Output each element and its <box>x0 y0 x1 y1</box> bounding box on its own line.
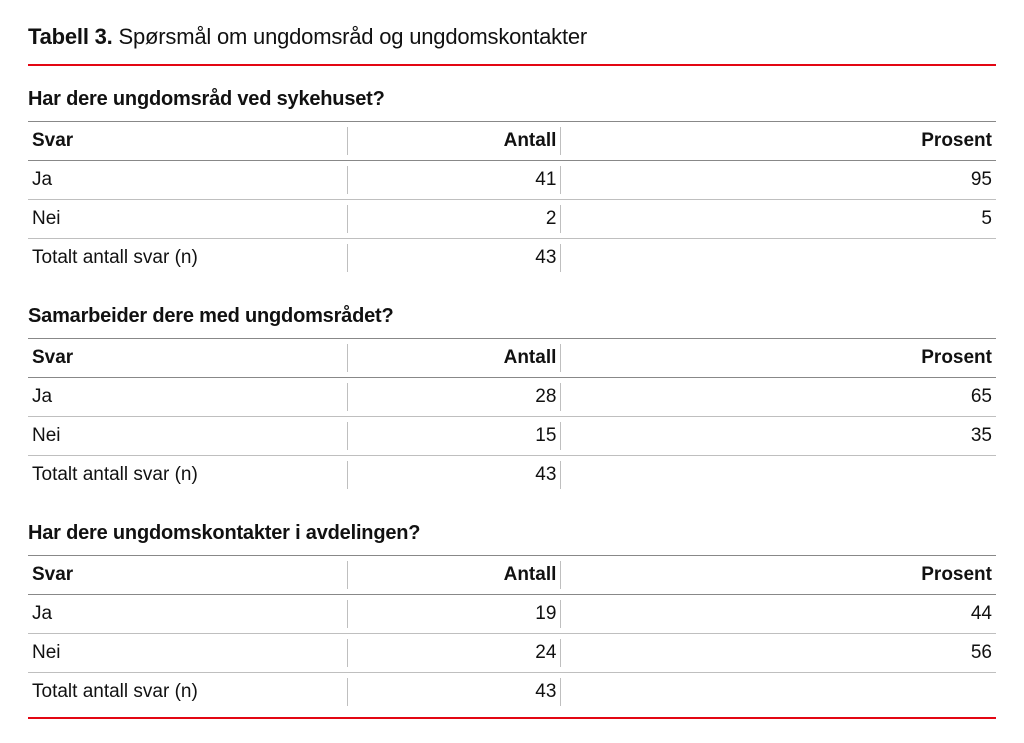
cell-count: 15 <box>347 417 560 456</box>
cell-answer: Nei <box>28 634 347 673</box>
cell-count: 41 <box>347 161 560 200</box>
cell-percent: 44 <box>560 595 996 634</box>
data-table: Svar Antall Prosent Ja 28 65 Nei 15 35 T… <box>28 338 996 494</box>
cell-percent <box>560 239 996 278</box>
cell-count: 43 <box>347 239 560 278</box>
col-percent: Prosent <box>560 556 996 595</box>
cell-count: 28 <box>347 378 560 417</box>
table-row: Totalt antall svar (n) 43 <box>28 239 996 278</box>
cell-answer: Ja <box>28 378 347 417</box>
cell-percent: 35 <box>560 417 996 456</box>
col-answer: Svar <box>28 339 347 378</box>
cell-count: 43 <box>347 456 560 495</box>
table-row: Totalt antall svar (n) 43 <box>28 673 996 712</box>
table-row: Ja 28 65 <box>28 378 996 417</box>
table-header-row: Svar Antall Prosent <box>28 122 996 161</box>
cell-answer: Nei <box>28 417 347 456</box>
data-table: Svar Antall Prosent Ja 19 44 Nei 24 56 T… <box>28 555 996 711</box>
question-heading: Samarbeider dere med ungdomsrådet? <box>28 305 996 328</box>
table-row: Nei 2 5 <box>28 200 996 239</box>
cell-percent <box>560 673 996 712</box>
table-row: Ja 41 95 <box>28 161 996 200</box>
question-section: Har dere ungdomsråd ved sykehuset? Svar … <box>28 88 996 277</box>
col-percent: Prosent <box>560 122 996 161</box>
table-title-label: Tabell 3. <box>28 24 113 49</box>
col-percent: Prosent <box>560 339 996 378</box>
table-row: Totalt antall svar (n) 43 <box>28 456 996 495</box>
cell-answer: Nei <box>28 200 347 239</box>
cell-percent: 95 <box>560 161 996 200</box>
col-count: Antall <box>347 556 560 595</box>
col-count: Antall <box>347 122 560 161</box>
question-section: Har dere ungdomskontakter i avdelingen? … <box>28 522 996 711</box>
top-rule <box>28 64 996 66</box>
cell-percent: 65 <box>560 378 996 417</box>
cell-answer: Totalt antall svar (n) <box>28 673 347 712</box>
question-heading: Har dere ungdomsråd ved sykehuset? <box>28 88 996 111</box>
cell-percent <box>560 456 996 495</box>
col-answer: Svar <box>28 556 347 595</box>
table-header-row: Svar Antall Prosent <box>28 556 996 595</box>
data-table: Svar Antall Prosent Ja 41 95 Nei 2 5 Tot… <box>28 121 996 277</box>
col-count: Antall <box>347 339 560 378</box>
cell-answer: Totalt antall svar (n) <box>28 239 347 278</box>
bottom-rule <box>28 717 996 719</box>
table-row: Nei 15 35 <box>28 417 996 456</box>
table-title-text: Spørsmål om ungdomsråd og ungdomskontakt… <box>119 24 588 49</box>
table-row: Nei 24 56 <box>28 634 996 673</box>
question-heading: Har dere ungdomskontakter i avdelingen? <box>28 522 996 545</box>
cell-percent: 56 <box>560 634 996 673</box>
col-answer: Svar <box>28 122 347 161</box>
cell-answer: Totalt antall svar (n) <box>28 456 347 495</box>
cell-count: 19 <box>347 595 560 634</box>
table-row: Ja 19 44 <box>28 595 996 634</box>
cell-count: 24 <box>347 634 560 673</box>
cell-percent: 5 <box>560 200 996 239</box>
question-section: Samarbeider dere med ungdomsrådet? Svar … <box>28 305 996 494</box>
cell-count: 2 <box>347 200 560 239</box>
table-header-row: Svar Antall Prosent <box>28 339 996 378</box>
table-title: Tabell 3. Spørsmål om ungdomsråd og ungd… <box>28 24 996 50</box>
cell-answer: Ja <box>28 595 347 634</box>
cell-answer: Ja <box>28 161 347 200</box>
cell-count: 43 <box>347 673 560 712</box>
